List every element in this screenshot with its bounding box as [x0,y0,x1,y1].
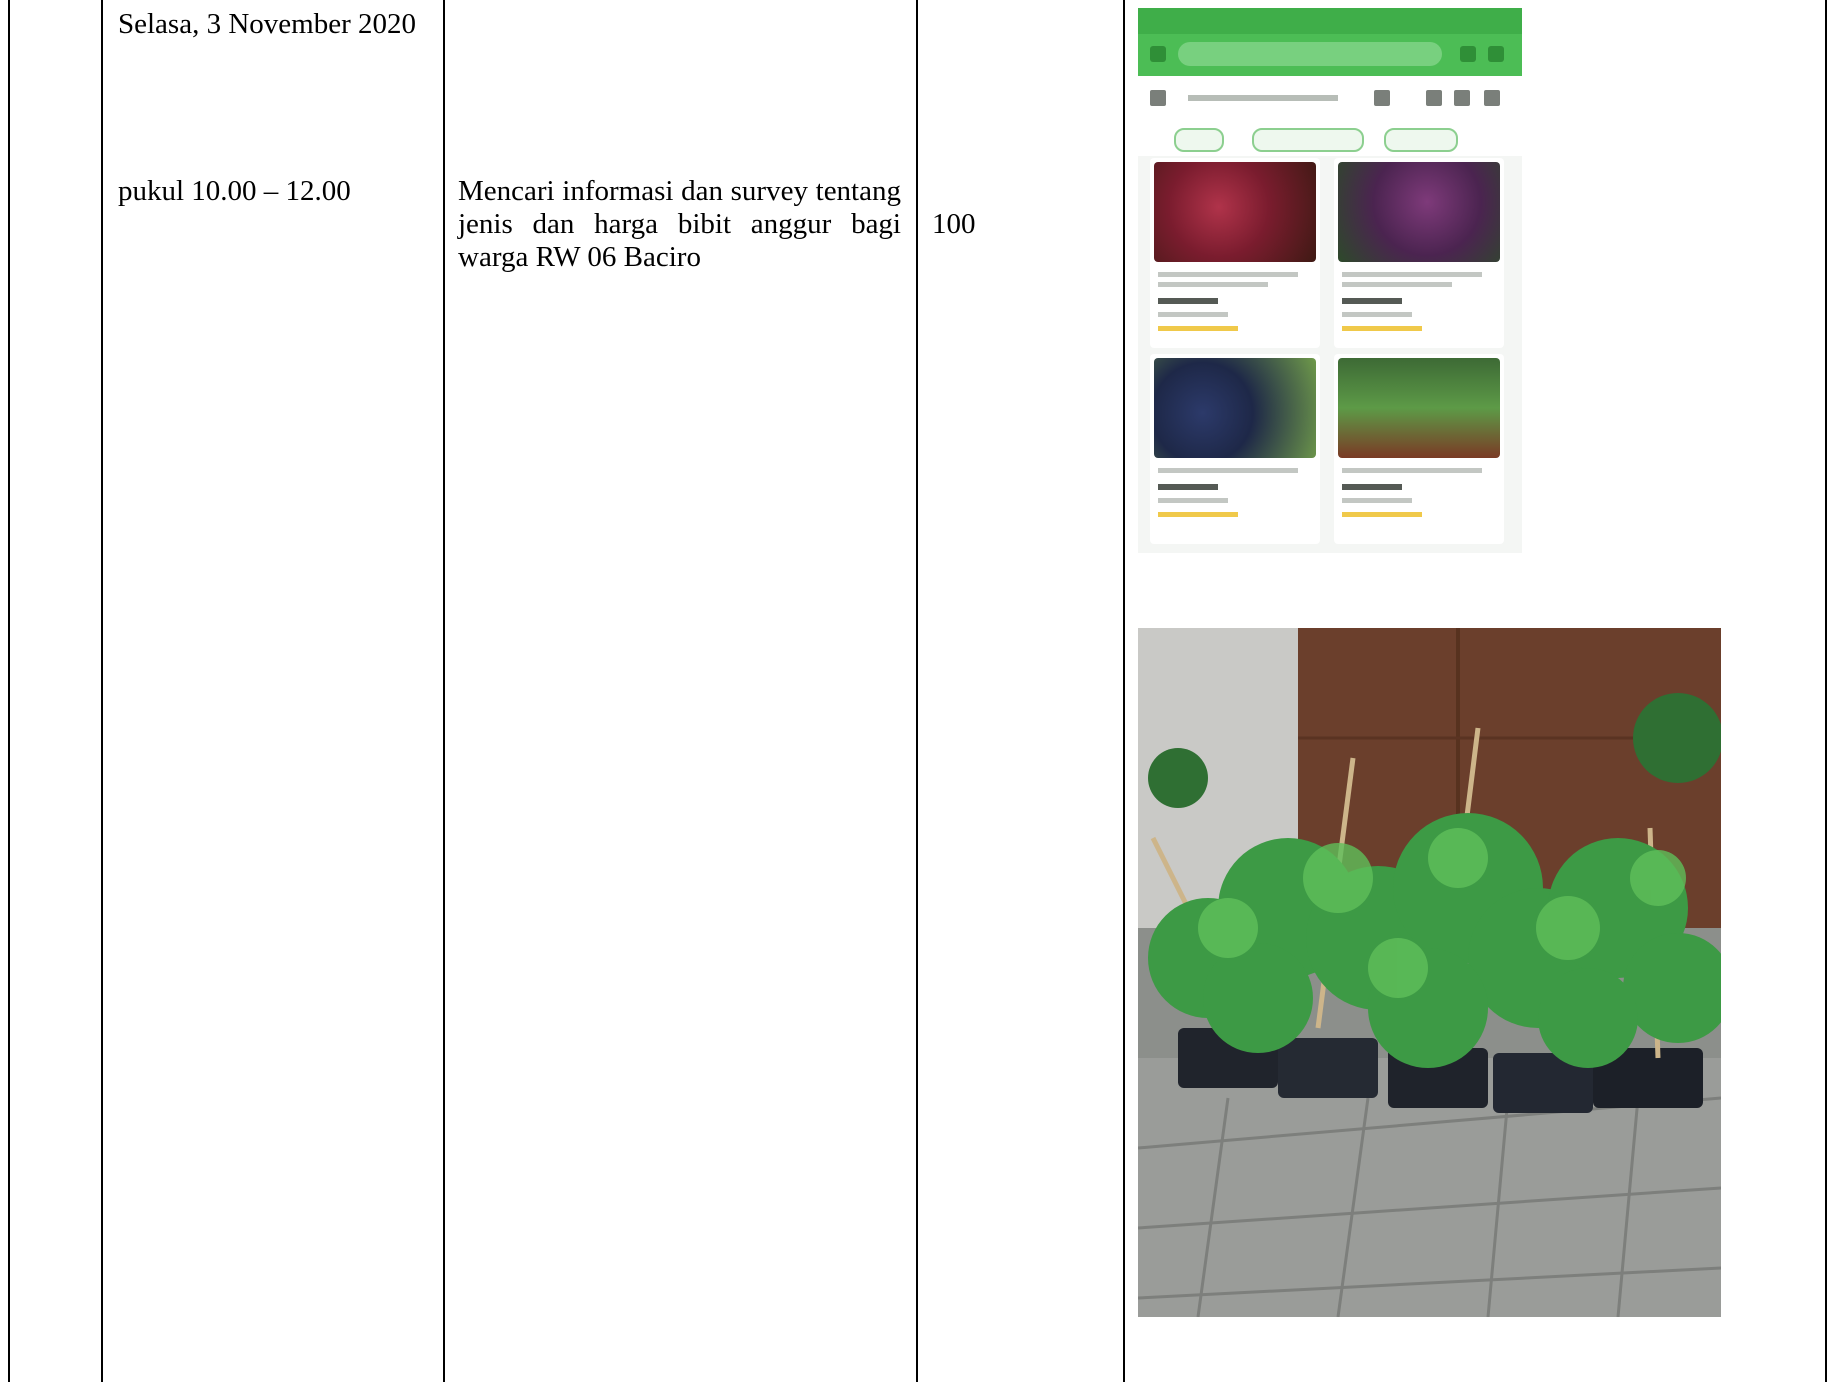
product-image-purple-grapes [1338,162,1500,262]
back-icon [1150,90,1166,106]
product-card [1150,158,1320,348]
table-border-col1 [101,0,103,1382]
product-image-grape-seedlings [1338,358,1500,458]
search-query [1188,95,1338,101]
grape-seedlings-illustration [1138,628,1721,1317]
product-location [1158,498,1228,503]
product-title-line [1158,272,1298,277]
more-icon [1488,46,1504,62]
filter-chips [1138,120,1522,156]
phone-status-bar [1138,8,1522,34]
product-title-line [1158,282,1268,287]
table-border-left [8,0,10,1382]
filter-icon [1374,90,1390,106]
product-card [1334,158,1504,348]
product-image-red-grapes [1154,162,1316,262]
cart-icon [1426,90,1442,106]
product-title-line [1158,468,1298,473]
product-price [1158,484,1218,490]
table-border-col4 [1123,0,1125,1382]
menu-grid-icon [1484,90,1500,106]
activity-description: Mencari informasi dan survey tentang jen… [458,175,901,273]
table-border-col3 [916,0,918,1382]
product-location [1342,498,1412,503]
product-price [1342,298,1402,304]
product-price [1342,484,1402,490]
tabs-icon [1460,46,1476,62]
grape-seedlings-photo [1138,628,1721,1317]
chip-promo [1252,128,1364,152]
product-title-line [1342,468,1482,473]
browser-url-bar [1138,34,1522,76]
product-title-line [1342,272,1482,277]
product-card [1334,354,1504,544]
product-title-line [1342,282,1452,287]
date-text: Selasa, 3 November 2020 [118,8,416,40]
product-location [1158,312,1228,317]
chip-filter [1174,128,1224,152]
marketplace-screenshot [1138,8,1522,553]
product-rating [1342,326,1422,331]
product-rating [1342,512,1422,517]
url-field [1178,42,1442,66]
product-rating [1158,326,1238,331]
chip-sort [1384,128,1458,152]
mail-icon [1454,90,1470,106]
product-image-blue-grapes [1154,358,1316,458]
menu-icon [1150,46,1166,62]
table-border-right [1825,0,1827,1382]
search-bar [1138,76,1522,120]
product-location [1342,312,1412,317]
product-price [1158,298,1218,304]
product-rating [1158,512,1238,517]
time-text: pukul 10.00 – 12.00 [118,175,351,207]
value-text: 100 [932,208,976,240]
product-card [1150,354,1320,544]
table-border-col2 [443,0,445,1382]
